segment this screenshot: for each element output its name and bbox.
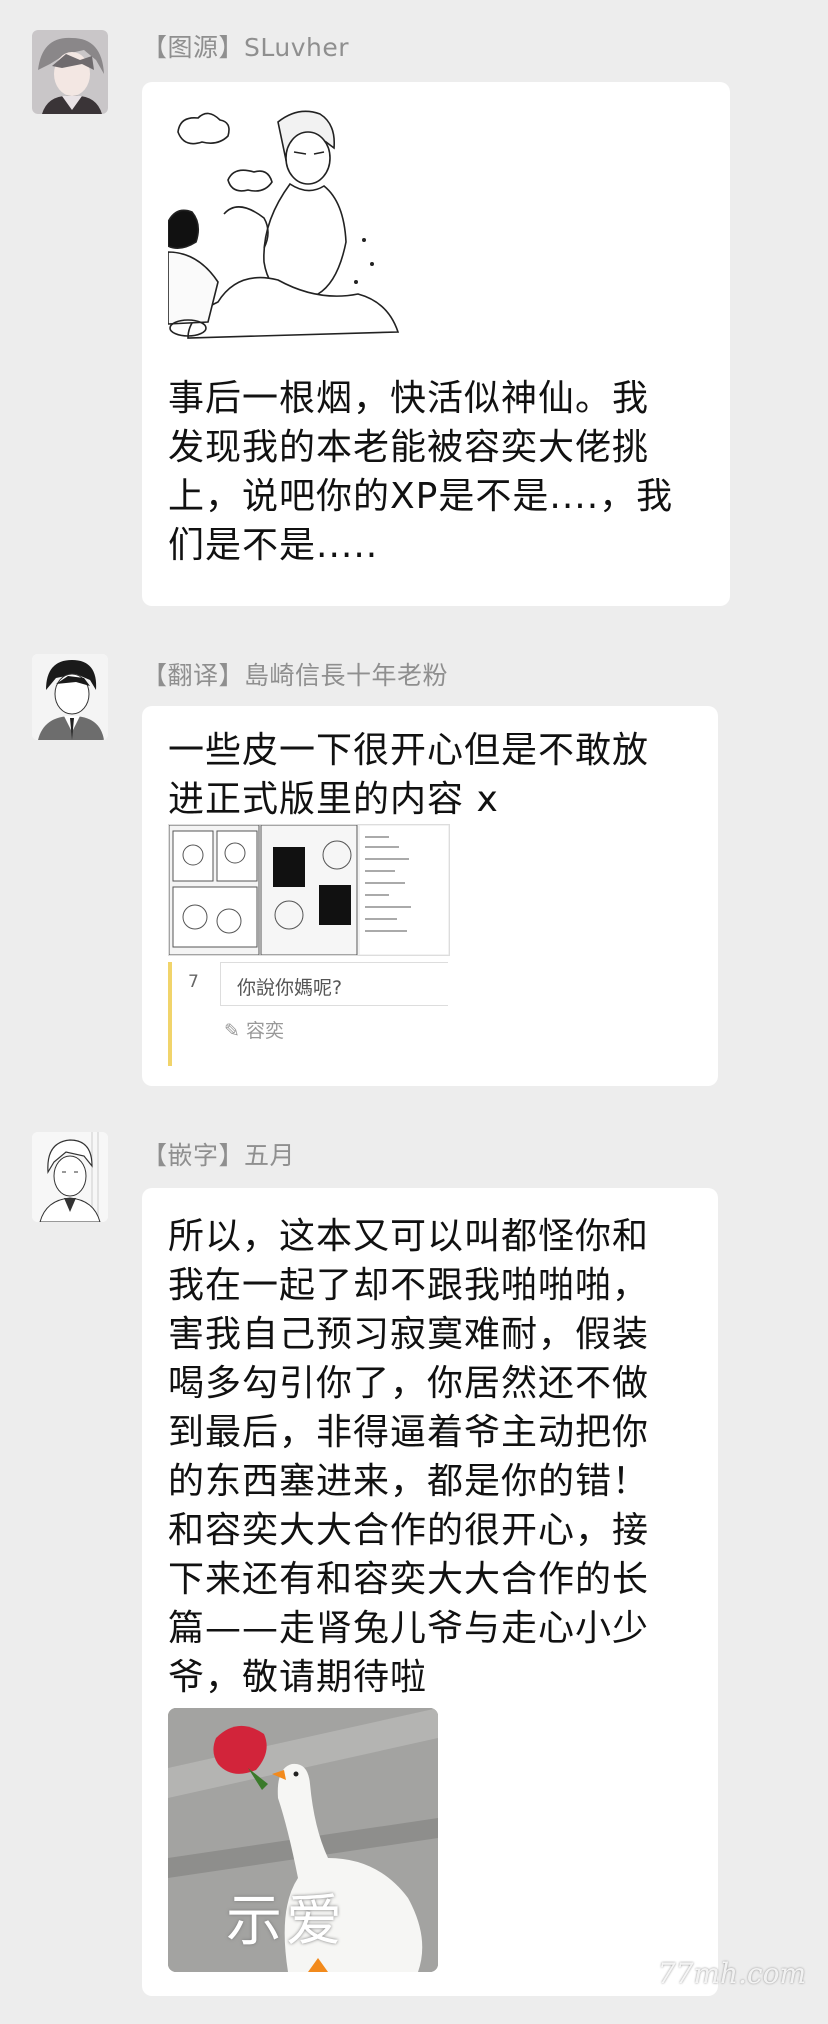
text-line: 下来还有和容奕大大合作的长	[168, 1559, 650, 1600]
text-line: 篇——走肾兔儿爷与走心小少	[168, 1608, 650, 1649]
text-line: 一些皮一下很开心但是不敢放	[168, 730, 650, 771]
text-line: 事后一根烟，快活似神仙。我	[168, 378, 650, 419]
avatar[interactable]	[32, 1132, 108, 1222]
message-bubble[interactable]: 事后一根烟，快活似神仙。我 发现我的本老能被容奕大佬挑 上，说吧你的XP是不是.…	[142, 82, 730, 606]
text-line: 和容奕大大合作的很开心，接	[168, 1510, 650, 1551]
comment-accent-bar	[168, 962, 172, 1066]
message-text: 所以，这本又可以叫都怪你和 我在一起了却不跟我啪啪啪， 害我自己预习寂寞难耐，假…	[168, 1212, 708, 1702]
text-line: 喝多勾引你了，你居然还不做	[168, 1363, 650, 1404]
comment-text: 你說你媽呢?	[237, 977, 343, 999]
comment-card[interactable]: 7 你說你媽呢? ✎ 容奕	[168, 962, 448, 1066]
text-line: 到最后，非得逼着爷主动把你	[168, 1412, 650, 1453]
sender-name: 【图源】SLuvher	[142, 33, 350, 62]
message-text: 一些皮一下很开心但是不敢放 进正式版里的内容 x	[168, 726, 708, 824]
goose-sticker[interactable]: 示爱	[168, 1708, 438, 1972]
comment-author: ✎ 容奕	[224, 1020, 284, 1042]
text-line: 爷，敬请期待啦	[168, 1657, 428, 1698]
message-bubble[interactable]: 一些皮一下很开心但是不敢放 进正式版里的内容 x 7 你說你媽呢? ✎ 容奕	[142, 706, 718, 1086]
avatar[interactable]	[32, 30, 108, 114]
text-line: 我在一起了却不跟我啪啪啪，	[168, 1265, 650, 1306]
comment-box: 你說你媽呢?	[220, 962, 448, 1006]
text-line: 发现我的本老能被容奕大佬挑	[168, 427, 650, 468]
sticker-caption: 示爱	[226, 1889, 346, 1954]
comment-number: 7	[188, 972, 199, 992]
avatar[interactable]	[32, 654, 108, 740]
text-line: 所以，这本又可以叫都怪你和	[168, 1216, 650, 1257]
site-watermark: 77mh.com	[657, 1957, 806, 1990]
message-text: 事后一根烟，快活似神仙。我 发现我的本老能被容奕大佬挑 上，说吧你的XP是不是.…	[168, 374, 728, 570]
screenshot-image[interactable]	[168, 824, 450, 956]
text-line: 进正式版里的内容 x	[168, 779, 499, 820]
sender-name: 【翻译】島崎信長十年老粉	[142, 661, 449, 690]
message-bubble[interactable]: 所以，这本又可以叫都怪你和 我在一起了却不跟我啪啪啪， 害我自己预习寂寞难耐，假…	[142, 1188, 718, 1996]
text-line: 的东西塞进来，都是你的错！	[168, 1461, 650, 1502]
text-line: 们是不是.....	[168, 525, 379, 566]
text-line: 害我自己预习寂寞难耐，假装	[168, 1314, 650, 1355]
text-line: 上，说吧你的XP是不是....，我	[168, 476, 674, 517]
sender-name: 【嵌字】五月	[142, 1141, 296, 1170]
manga-image[interactable]	[168, 102, 408, 342]
